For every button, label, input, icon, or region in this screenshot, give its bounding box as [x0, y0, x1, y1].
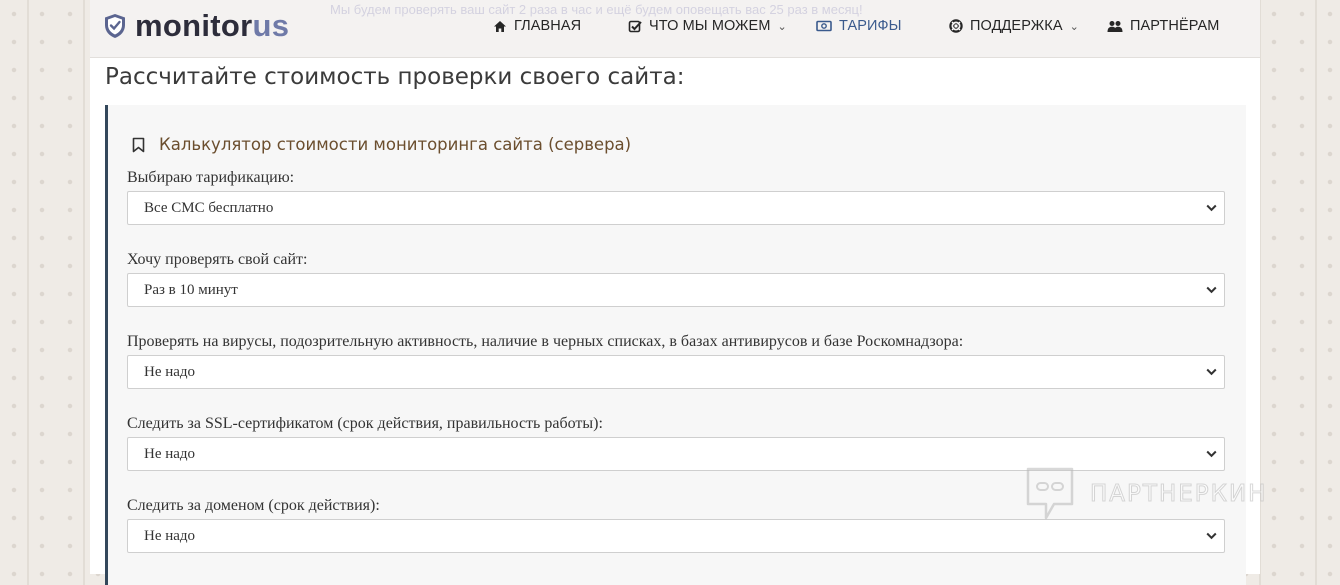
field-check-frequency: Хочу проверять свой сайт: Раз в 10 минут	[127, 251, 1225, 307]
nav-item-home[interactable]: ГЛАВНАЯ	[493, 18, 581, 34]
nav-item-home-label: ГЛАВНАЯ	[514, 18, 582, 34]
lifebuoy-icon	[949, 19, 963, 33]
bookmark-icon	[132, 137, 145, 152]
nav-item-features[interactable]: ЧТО МЫ МОЖЕМ ⌄	[628, 18, 787, 34]
chevron-down-icon	[1206, 532, 1217, 540]
chevron-down-icon	[1206, 450, 1217, 458]
checkbox-icon	[628, 20, 642, 33]
field-virus-check: Проверять на вирусы, подозрительную акти…	[127, 333, 1225, 389]
domain-monitoring-select[interactable]: Не надо	[127, 519, 1225, 553]
field-check-frequency-label: Хочу проверять свой сайт:	[127, 251, 308, 268]
check-frequency-select-value: Раз в 10 минут	[144, 282, 238, 298]
field-billing: Выбираю тарификацию: Все СМС бесплатно	[127, 169, 1225, 225]
virus-check-select-value: Не надо	[144, 364, 196, 380]
users-icon	[1107, 20, 1123, 32]
chevron-down-icon	[1206, 286, 1217, 294]
billing-select-value: Все СМС бесплатно	[144, 200, 274, 216]
watermark: ПАРТНЕРКИН	[1024, 466, 1267, 522]
nav-item-tariffs-label: ТАРИФЫ	[839, 18, 902, 34]
chevron-down-icon	[1206, 368, 1217, 376]
check-frequency-select[interactable]: Раз в 10 минут	[127, 273, 1225, 307]
domain-monitoring-select-value: Не надо	[144, 528, 196, 544]
nav-item-support-label: ПОДДЕРЖКА	[970, 18, 1063, 34]
home-icon	[494, 20, 506, 32]
watermark-text: ПАРТНЕРКИН	[1089, 481, 1268, 508]
virus-check-select[interactable]: Не надо	[127, 355, 1225, 389]
watermark-logo-icon	[1026, 467, 1074, 520]
chevron-down-icon	[1206, 204, 1217, 212]
field-ssl-monitoring: Следить за SSL-сертификатом (срок действ…	[127, 415, 1225, 471]
logo[interactable]: monitorus	[104, 6, 289, 46]
chevron-down-icon: ⌄	[777, 20, 787, 33]
logo-text: monitorus	[135, 8, 289, 44]
logo-text-part2: us	[252, 8, 290, 43]
nav-item-support[interactable]: ПОДДЕРЖКА ⌄	[949, 18, 1079, 34]
field-ssl-monitoring-label: Следить за SSL-сертификатом (срок действ…	[127, 415, 603, 432]
calculator-heading-text: Калькулятор стоимости мониторинга сайта …	[159, 135, 632, 154]
page-title: Рассчитайте стоимость проверки своего са…	[105, 64, 685, 90]
nav-item-tariffs[interactable]: ТАРИФЫ	[816, 18, 902, 34]
billing-select[interactable]: Все СМС бесплатно	[127, 191, 1225, 225]
nav-item-features-label: ЧТО МЫ МОЖЕМ	[649, 18, 771, 34]
nav-item-partners[interactable]: ПАРТНЁРАМ	[1107, 18, 1219, 34]
ssl-monitoring-select-value: Не надо	[144, 446, 196, 462]
calculator-heading: Калькулятор стоимости мониторинга сайта …	[132, 135, 631, 154]
money-icon	[816, 20, 832, 32]
chevron-down-icon: ⌄	[1069, 20, 1079, 33]
field-virus-check-label: Проверять на вирусы, подозрительную акти…	[127, 333, 964, 350]
top-navbar: Мы будем проверять ваш сайт 2 раза в час…	[90, 0, 1260, 58]
field-billing-label: Выбираю тарификацию:	[127, 169, 295, 186]
shield-logo-icon	[105, 14, 125, 38]
nav-item-partners-label: ПАРТНЁРАМ	[1130, 18, 1220, 34]
logo-text-part1: monitor	[135, 8, 253, 43]
